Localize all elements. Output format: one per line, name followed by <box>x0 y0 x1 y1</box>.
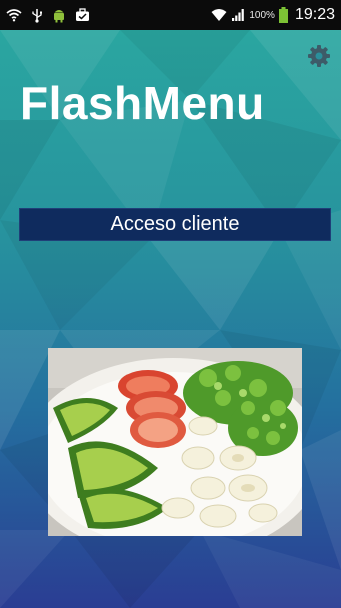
battery-percent: 100% <box>249 9 275 21</box>
status-bar: 100% 19:23 <box>0 0 341 30</box>
phone-screen: 100% 19:23 FlashMenu Acceso cliente <box>0 0 341 608</box>
app-background: FlashMenu Acceso cliente <box>0 30 341 608</box>
salad-plate-photo <box>48 348 302 536</box>
status-right-icons: 100% 19:23 <box>211 6 335 24</box>
usb-icon <box>31 8 43 23</box>
settings-button[interactable] <box>307 44 331 68</box>
wifi-alert-icon <box>6 8 22 22</box>
client-access-button[interactable]: Acceso cliente <box>19 208 331 241</box>
signal-icon <box>231 8 245 22</box>
android-icon <box>52 8 66 23</box>
wifi-icon <box>211 8 227 22</box>
briefcase-icon <box>75 8 90 22</box>
gear-icon <box>307 45 331 72</box>
status-left-icons <box>6 8 90 23</box>
battery-icon <box>278 7 288 23</box>
status-clock: 19:23 <box>294 6 335 23</box>
app-title: FlashMenu <box>20 77 265 129</box>
